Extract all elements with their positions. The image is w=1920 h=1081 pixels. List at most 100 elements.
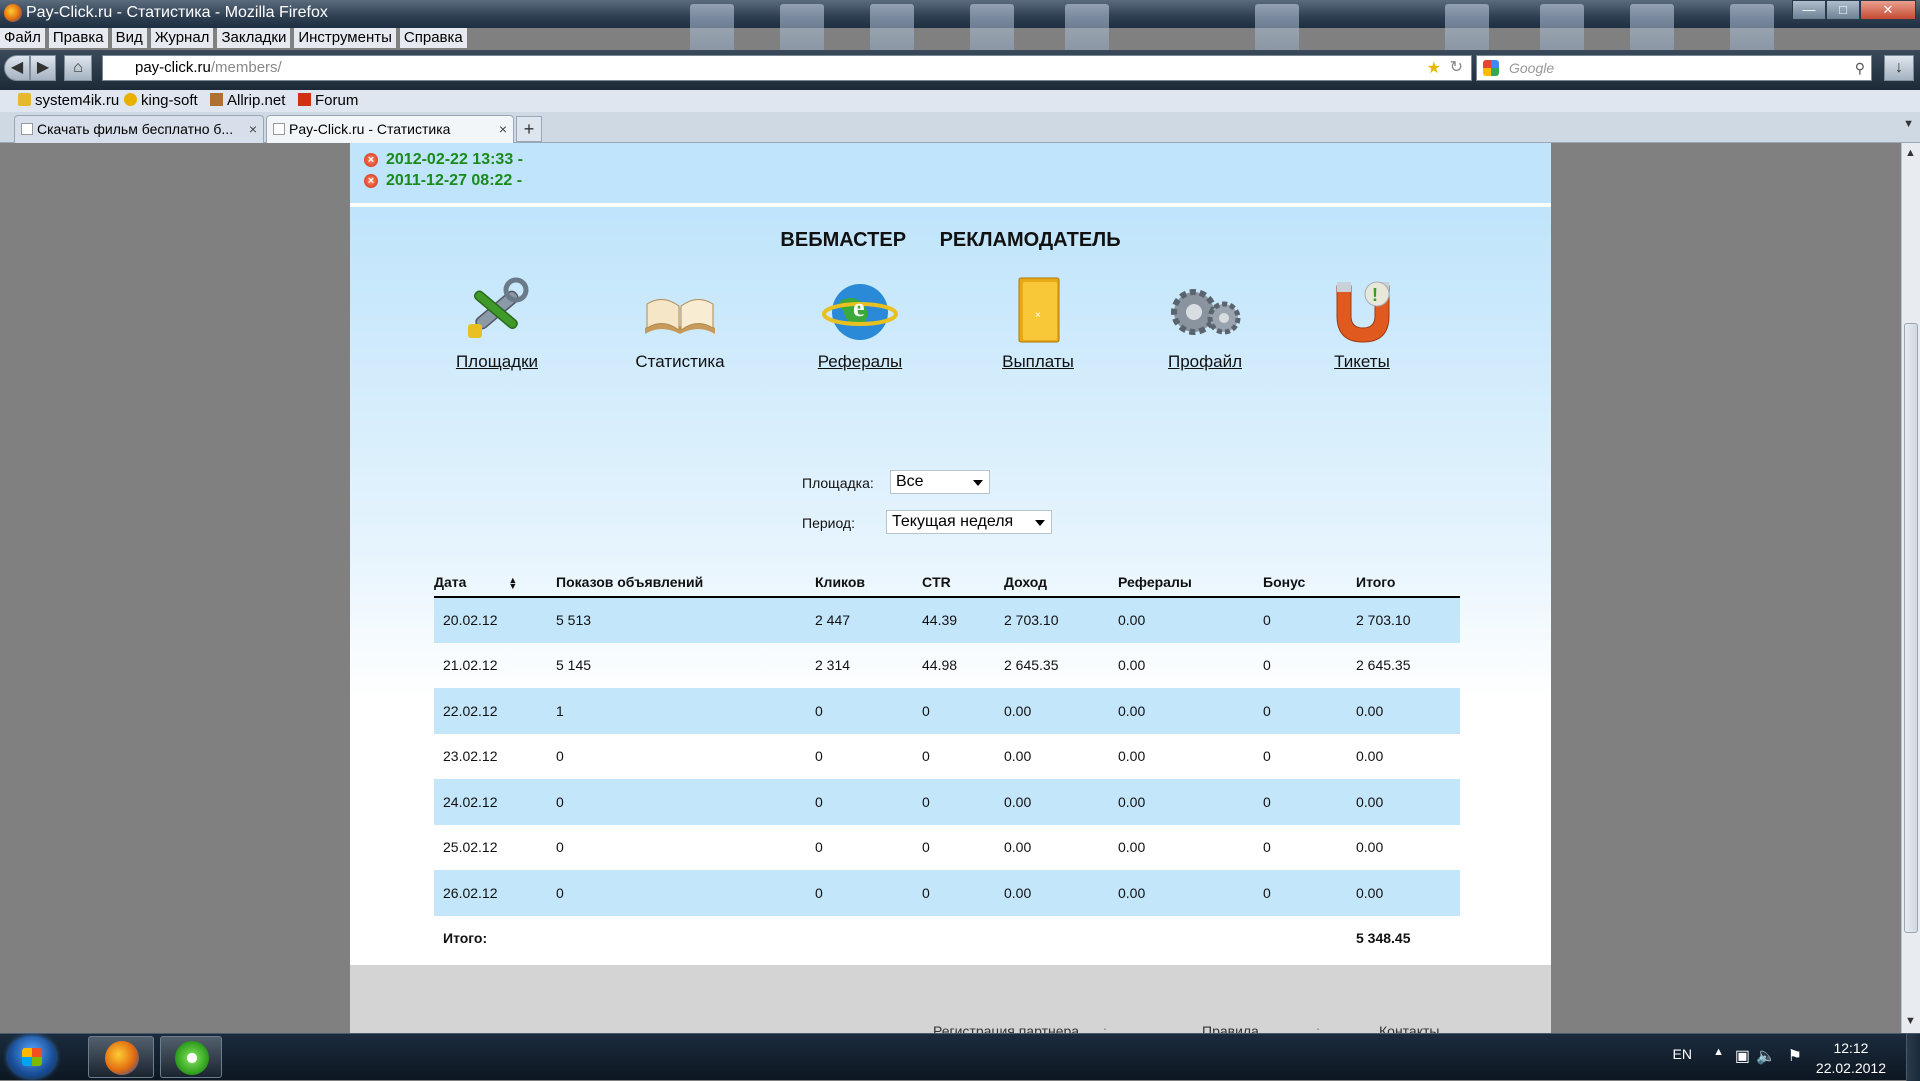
menu-help[interactable]: Справка [399, 28, 467, 48]
page-scrollbar[interactable]: ▲ ▼ [1901, 143, 1920, 1033]
cell-impressions: 5 145 [556, 657, 592, 674]
scroll-down-icon[interactable]: ▼ [1905, 1015, 1916, 1027]
language-indicator[interactable]: EN [1673, 1046, 1692, 1062]
reload-icon[interactable]: ↻ [1450, 56, 1463, 80]
bookmark-item[interactable]: Forum [298, 92, 358, 109]
nav-profile[interactable]: Профайл [1135, 276, 1275, 372]
col-ctr-header: CTR [922, 567, 1004, 598]
window-titlebar: Pay-Click.ru - Статистика - Mozilla Fire… [0, 0, 1920, 58]
cell-total: 0.00 [1356, 839, 1384, 856]
period-select[interactable]: Текущая неделя [886, 510, 1052, 534]
new-tab-button[interactable]: + [516, 116, 542, 142]
cell-referrals: 0.00 [1118, 779, 1263, 825]
nav-payouts[interactable]: × Выплаты [968, 276, 1108, 372]
cell-date: 20.02.12 [434, 597, 556, 643]
gears-icon [1166, 276, 1244, 346]
windows-taskbar: EN ▲ ▣ 🔈 ⚑ 12:12 22.02.2012 [0, 1033, 1920, 1081]
notice-item: × 2012-02-22 13:33 - [364, 151, 523, 169]
menu-bookmarks[interactable]: Закладки [217, 28, 291, 48]
minimize-button[interactable]: — [1792, 0, 1826, 20]
scroll-thumb[interactable] [1904, 323, 1918, 933]
cell-ctr: 0 [922, 870, 1004, 916]
advertiser-link[interactable]: РЕКЛАМОДАТЕЛЬ [940, 229, 1121, 251]
windows-logo-icon [22, 1048, 42, 1066]
menu-file[interactable]: Файл [0, 28, 45, 48]
cell-total: 0.00 [1356, 688, 1460, 734]
footer-link-contacts[interactable]: Контакты [1379, 1023, 1439, 1033]
stats-section: ВЕБМАСТЕР РЕКЛАМОДАТЕЛЬ Площадки Статист… [350, 207, 1551, 965]
cell-date: 23.02.12 [443, 748, 498, 765]
maximize-button[interactable]: □ [1826, 0, 1860, 20]
cell-clicks: 2 314 [815, 657, 851, 674]
forward-button[interactable]: ▶ [30, 55, 56, 81]
col-date-header[interactable]: Дата ▲ ▼ [434, 567, 556, 598]
sort-icon[interactable]: ▲ ▼ [508, 575, 517, 590]
cell-bonus: 0 [1263, 870, 1356, 916]
menu-tools[interactable]: Инструменты [294, 28, 396, 48]
notices-panel: × 2012-02-22 13:33 - × 2011-12-27 08:22 - [350, 143, 1551, 205]
svg-text:e: e [853, 293, 865, 322]
nav-label: Тикеты [1334, 352, 1390, 371]
bookmark-item[interactable]: system4ik.ru [18, 92, 119, 109]
bookmark-icon [124, 93, 137, 106]
col-referrals-header: Рефералы [1118, 567, 1263, 598]
back-button[interactable]: ◀ [4, 55, 30, 81]
search-input[interactable]: Google ⚲ [1476, 55, 1872, 81]
network-icon[interactable]: ▣ [1735, 1046, 1750, 1066]
nav-tickets[interactable]: ! Тикеты [1292, 276, 1432, 372]
show-desktop-button[interactable] [1906, 1034, 1920, 1081]
taskbar-firefox[interactable] [88, 1036, 154, 1078]
show-hidden-icons-icon[interactable]: ▲ [1713, 1046, 1724, 1058]
cell-ctr: 0 [922, 748, 930, 765]
delete-notice-icon[interactable]: × [364, 174, 378, 188]
cell-impressions: 0 [556, 870, 815, 916]
tab-list-icon[interactable]: ▼ [1903, 118, 1914, 130]
total-label: Итого: [443, 929, 488, 946]
url-domain: pay-click.ru [135, 59, 211, 76]
nav-sites[interactable]: Площадки [427, 276, 567, 372]
bookmark-icon [18, 93, 31, 106]
url-bar[interactable]: pay-click.ru/members/ ★ ↻ [102, 55, 1472, 81]
cell-date: 25.02.12 [443, 839, 498, 856]
bookmark-icon [298, 93, 311, 106]
tab-label: Скачать фильм бесплатно б... [37, 121, 234, 137]
bookmark-item[interactable]: king-soft [124, 92, 198, 109]
cell-total: 0.00 [1356, 870, 1460, 916]
footer-link-register[interactable]: Регистрация партнера [933, 1023, 1079, 1033]
nav-referrals[interactable]: e Рефералы [790, 276, 930, 372]
bookmark-item[interactable]: Allrip.net [210, 92, 285, 109]
google-icon[interactable] [1483, 60, 1499, 76]
close-tab-icon[interactable]: × [499, 116, 507, 142]
webmaster-link[interactable]: ВЕБМАСТЕР [780, 229, 906, 251]
tab-statistics[interactable]: Pay-Click.ru - Статистика × [266, 115, 514, 143]
action-center-flag-icon[interactable]: ⚑ [1788, 1046, 1802, 1066]
close-window-button[interactable]: ✕ [1860, 0, 1916, 20]
menu-view[interactable]: Вид [111, 28, 147, 48]
taskbar-icq[interactable] [160, 1036, 222, 1078]
scroll-up-icon[interactable]: ▲ [1905, 147, 1916, 159]
table-header-row: Дата ▲ ▼ Показов объявлений Кликов CTR Дох… [434, 567, 1460, 598]
window-controls: — □ ✕ [1792, 0, 1916, 20]
tab-film[interactable]: Скачать фильм бесплатно б... × [14, 115, 264, 143]
cell-clicks: 2 447 [815, 597, 922, 643]
col-impressions-header: Показов объявлений [556, 567, 815, 598]
delete-notice-icon[interactable]: × [364, 153, 378, 167]
downloads-button[interactable]: ↓ [1884, 55, 1914, 81]
bookmark-star-icon[interactable]: ★ [1427, 57, 1441, 81]
site-select[interactable]: Все [890, 470, 990, 494]
cell-referrals: 0.00 [1118, 748, 1146, 765]
cell-clicks: 0 [815, 870, 922, 916]
home-button[interactable]: ⌂ [64, 55, 92, 81]
start-button[interactable] [8, 1036, 56, 1078]
cell-date: 21.02.12 [443, 657, 498, 674]
menu-history[interactable]: Журнал [150, 28, 214, 48]
nav-statistics[interactable]: Статистика [610, 276, 750, 372]
menu-edit[interactable]: Правка [48, 28, 108, 48]
footer-link-rules[interactable]: Правила [1202, 1023, 1259, 1033]
volume-icon[interactable]: 🔈 [1756, 1046, 1776, 1066]
cell-income: 0.00 [1004, 839, 1032, 856]
search-icon[interactable]: ⚲ [1855, 56, 1865, 80]
close-tab-icon[interactable]: × [249, 116, 257, 142]
clock[interactable]: 12:12 22.02.2012 [1816, 1038, 1886, 1078]
cell-bonus: 0 [1263, 779, 1356, 825]
